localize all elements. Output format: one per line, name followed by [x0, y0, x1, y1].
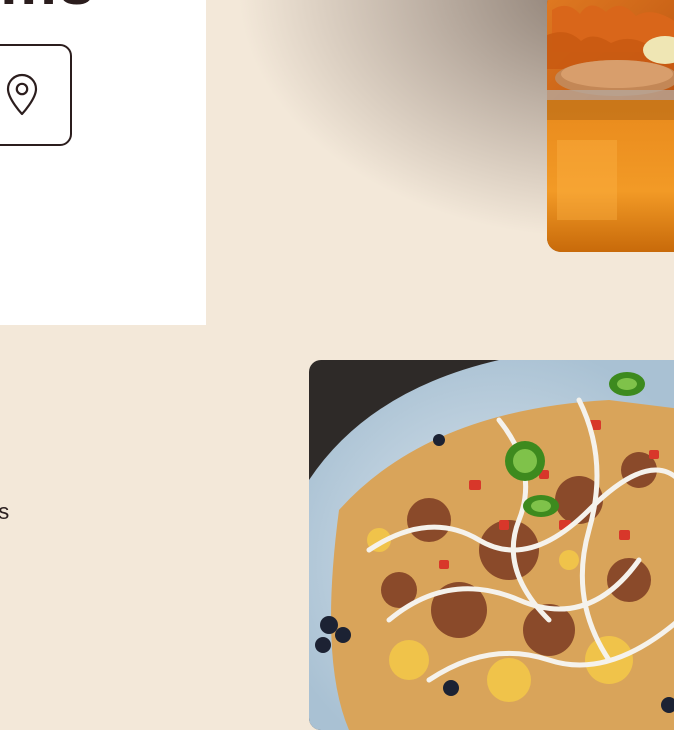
location-button[interactable] [0, 44, 72, 146]
hero-heading: ms [0, 0, 150, 8]
hero-white-panel: ms [0, 0, 206, 325]
description-line-1: d [0, 458, 46, 494]
decorative-shadow [235, 0, 595, 240]
description-text: d ns [0, 458, 46, 530]
description-line-2: ns [0, 499, 10, 524]
map-pin-icon [6, 73, 38, 116]
nachos-image [309, 360, 674, 730]
fries-drink-image [547, 0, 674, 252]
